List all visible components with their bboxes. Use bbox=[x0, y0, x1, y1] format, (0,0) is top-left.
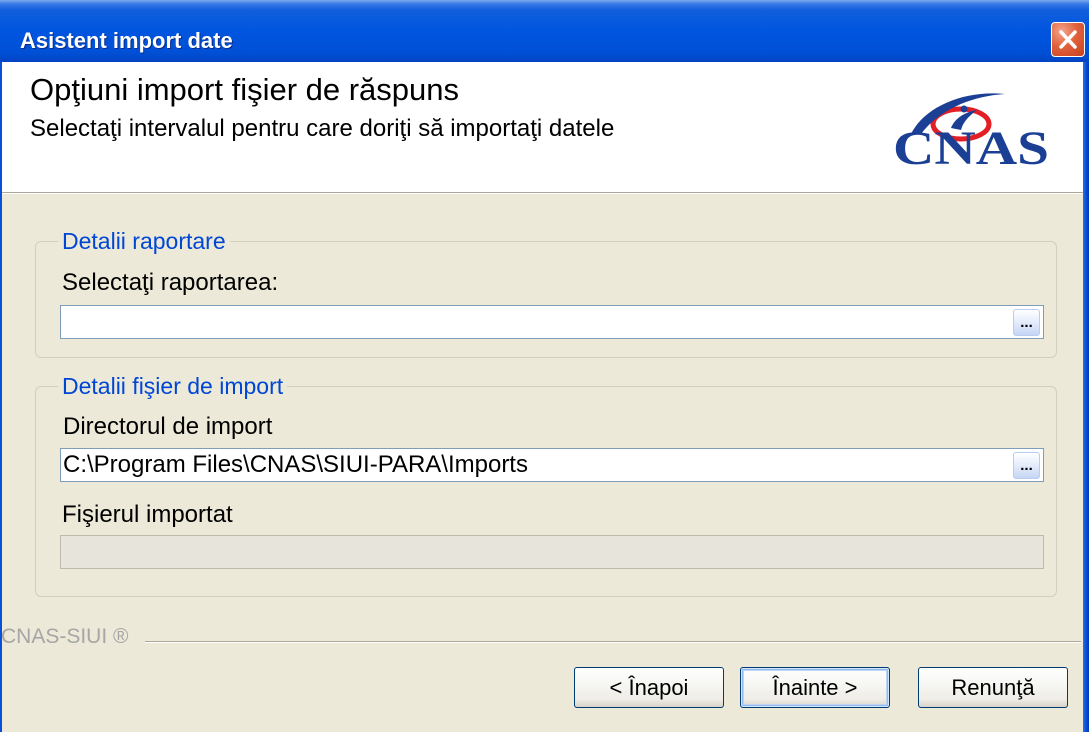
page-title: Opţiuni import fişier de răspuns bbox=[30, 72, 460, 107]
close-icon bbox=[1059, 30, 1077, 49]
cnas-logo: CNAS bbox=[893, 93, 1049, 170]
header-separator-highlight bbox=[2, 193, 1083, 194]
window-frame-right bbox=[1083, 62, 1089, 732]
logo-text: CNAS bbox=[893, 122, 1049, 170]
page-subtitle: Selectaţi intervalul pentru care doriţi … bbox=[30, 115, 615, 142]
import-directory-field[interactable] bbox=[60, 448, 1044, 482]
report-details-legend: Detalii raportare bbox=[58, 228, 230, 254]
import-wizard-dialog: Asistent import date Opţiuni import fişi… bbox=[0, 0, 1089, 732]
report-select-field[interactable] bbox=[60, 305, 1044, 339]
footer-divider-highlight bbox=[145, 642, 1081, 643]
footer-brand: CNAS-SIUI ® bbox=[1, 625, 129, 648]
window-title: Asistent import date bbox=[20, 28, 233, 53]
next-button[interactable]: Înainte > bbox=[740, 667, 890, 708]
back-button[interactable]: < Înapoi bbox=[574, 667, 724, 708]
directory-browse-button[interactable]: ... bbox=[1013, 452, 1040, 479]
import-directory-label: Directorul de import bbox=[63, 413, 273, 440]
close-button[interactable] bbox=[1051, 22, 1085, 57]
import-file-details-legend: Detalii fişier de import bbox=[58, 373, 288, 399]
report-details-group bbox=[35, 241, 1057, 358]
cancel-button[interactable]: Renunţă bbox=[918, 667, 1068, 708]
imported-file-label: Fişierul importat bbox=[62, 501, 233, 528]
report-select-label: Selectaţi raportarea: bbox=[62, 269, 279, 296]
logo-figure-head bbox=[960, 105, 968, 113]
imported-file-field bbox=[60, 535, 1044, 569]
report-browse-button[interactable]: ... bbox=[1013, 309, 1040, 336]
